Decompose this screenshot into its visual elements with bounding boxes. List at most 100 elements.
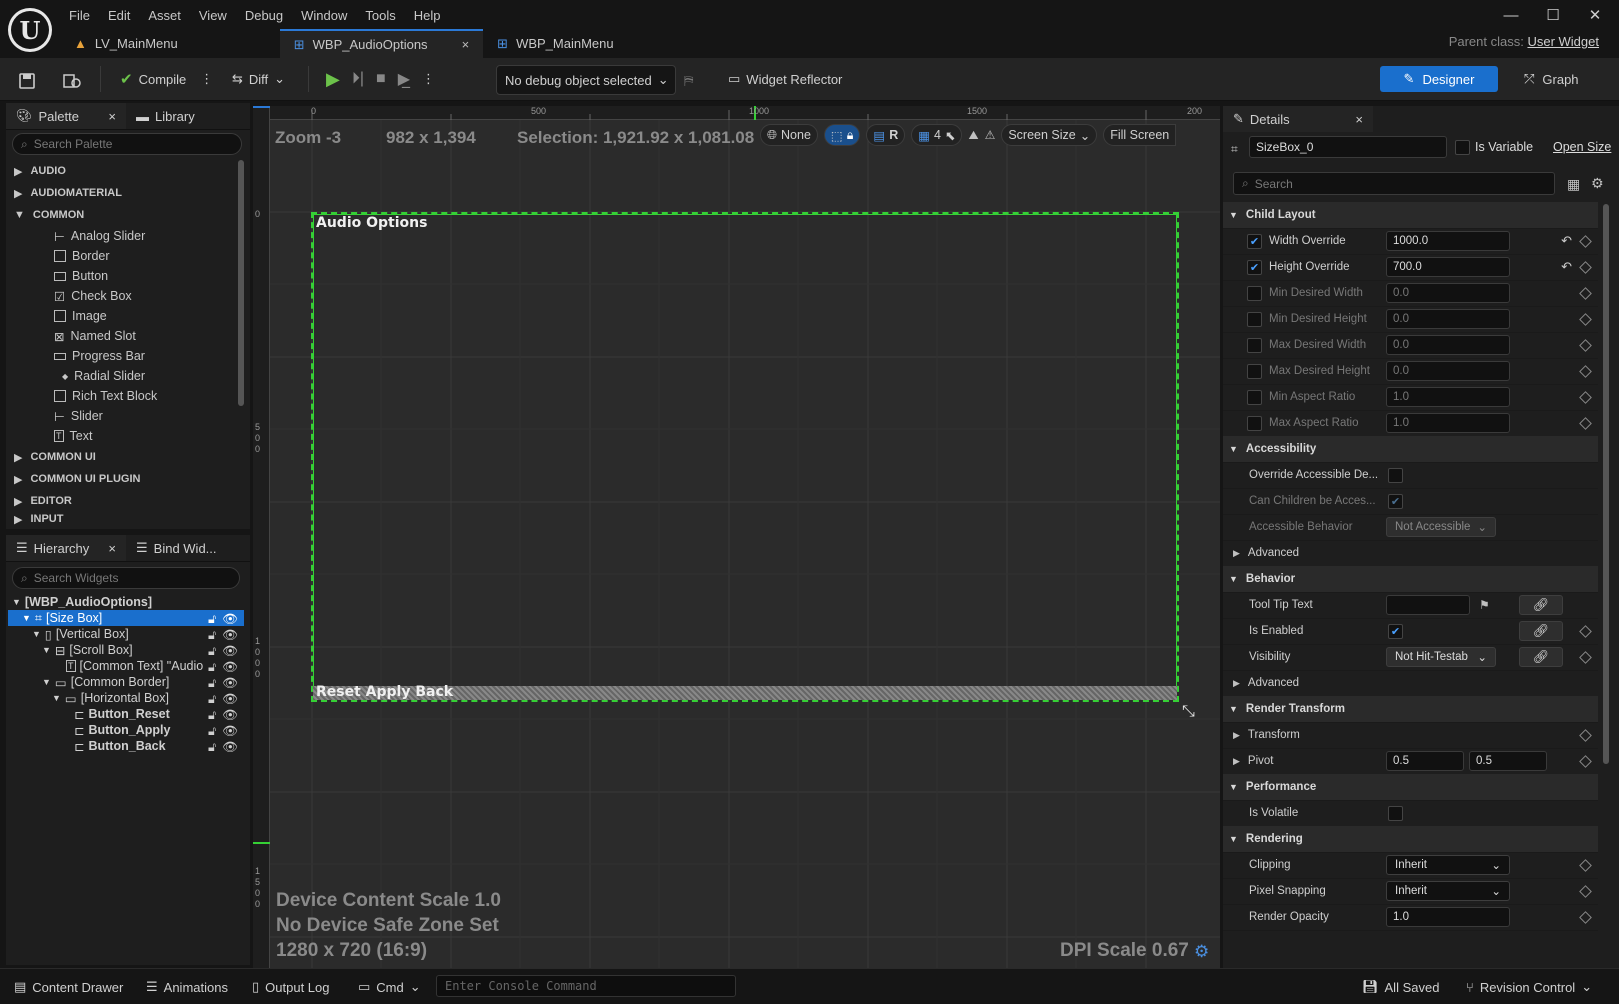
prop-transform[interactable]: ▶ Transform (1223, 722, 1598, 749)
section-accessibility-advanced[interactable]: ▶ Advanced (1223, 540, 1598, 567)
compile-button[interactable]: ✔ Compile ⋮ (120, 64, 213, 94)
section-performance[interactable]: ▼ Performance (1223, 774, 1598, 801)
flag-icon[interactable]: ⚑ (1479, 598, 1490, 612)
graph-mode-button[interactable]: ⤱ Graph (1524, 66, 1579, 92)
menu-asset[interactable]: Asset (139, 8, 190, 23)
tree-row-button-back[interactable]: ⊏ Button_Back 🔓︎ 👁︎ (8, 738, 244, 754)
max-aspect-ratio-input[interactable]: 1.0 (1386, 413, 1510, 433)
eye-icon[interactable]: 👁︎ (222, 660, 238, 674)
category-editor[interactable]: ▶ EDITOR (6, 490, 238, 512)
keyframe-diamond-icon[interactable] (1579, 754, 1592, 768)
section-rendering[interactable]: ▼ Rendering (1223, 826, 1598, 853)
tab-wbp-audiooptions[interactable]: ⊞ WBP_AudioOptions × (279, 29, 484, 58)
keyframe-diamond-icon[interactable] (1579, 858, 1592, 872)
eye-icon[interactable]: 👁︎ (222, 724, 238, 738)
section-child-layout[interactable]: ▼ Child Layout (1223, 202, 1598, 229)
render-opacity-input[interactable]: 1.0 (1386, 907, 1510, 927)
tab-lv-mainmenu[interactable]: ▲ LV_MainMenu (60, 29, 280, 58)
lock-icon[interactable]: 🔓︎ (208, 692, 216, 706)
lock-icon[interactable]: 🔓︎ (208, 676, 216, 690)
settings-gear-icon[interactable]: ⚙ (1591, 175, 1604, 192)
category-common-ui[interactable]: ▶ COMMON UI (6, 446, 238, 468)
min-aspect-ratio-input[interactable]: 1.0 (1386, 387, 1510, 407)
details-search-input[interactable]: ⌕ Search (1233, 172, 1555, 195)
console-command-input[interactable]: Enter Console Command (436, 975, 736, 997)
max-desired-height-checkbox[interactable] (1247, 363, 1262, 379)
all-saved-button[interactable]: 💾︎ All Saved (1362, 975, 1439, 999)
stop-icon[interactable]: ■ (376, 70, 386, 88)
palette-search-input[interactable]: ⌕ Search Palette (12, 133, 242, 155)
unreal-logo-icon[interactable]: U (8, 8, 52, 52)
visibility-dropdown[interactable]: Not Hit-Testab ⌄ (1386, 647, 1496, 667)
menu-edit[interactable]: Edit (99, 8, 139, 23)
widget-title-text[interactable]: Audio Options (316, 215, 427, 231)
table-view-icon[interactable]: ▦ (1567, 176, 1580, 193)
keyframe-diamond-icon[interactable] (1579, 312, 1592, 326)
play-icon[interactable]: ▶ (326, 69, 340, 90)
tree-row-common-text[interactable]: T [Common Text] "Audio 🔓︎ 👁︎ (8, 658, 244, 674)
override-accessible-checkbox[interactable] (1388, 467, 1403, 483)
keyframe-diamond-icon[interactable] (1579, 650, 1592, 664)
keyframe-diamond-icon[interactable] (1579, 390, 1592, 404)
palette-item-rich-text-block[interactable]: Rich Text Block (6, 386, 238, 406)
palette-item-border[interactable]: Border (6, 246, 238, 266)
eye-icon[interactable]: 👁︎ (222, 692, 238, 706)
tooltip-bind-button[interactable]: 🔗︎ (1519, 595, 1563, 615)
resize-handle-icon[interactable]: ⤡ (1182, 703, 1195, 721)
tab-hierarchy[interactable]: ☰ Hierarchy × (6, 535, 126, 561)
min-desired-height-input[interactable]: 0.0 (1386, 309, 1510, 329)
diff-button[interactable]: ⇆ Diff ⌄ (232, 64, 285, 94)
tab-wbp-mainmenu[interactable]: ⊞ WBP_MainMenu (483, 29, 627, 58)
category-input[interactable]: ▶ INPUT (6, 512, 238, 526)
open-size-link[interactable]: Open Size (1553, 140, 1611, 154)
tree-row-button-reset[interactable]: ⊏ Button_Reset 🔓︎ 👁︎ (8, 706, 244, 722)
tree-row-size-box[interactable]: ▼ ⌗ [Size Box] 🔓︎ 👁︎ (8, 610, 244, 626)
widget-name-input[interactable]: SizeBox_0 (1249, 136, 1447, 158)
palette-item-analog-slider[interactable]: ⊢ Analog Slider (6, 226, 238, 246)
close-window-icon[interactable]: ✕ (1574, 0, 1616, 30)
lock-icon[interactable]: 🔓︎ (208, 628, 216, 642)
pivot-y-input[interactable]: 0.5 (1469, 751, 1547, 771)
tooltip-text-input[interactable] (1386, 595, 1470, 615)
category-audio[interactable]: ▶ AUDIO (6, 160, 238, 182)
section-behavior-advanced[interactable]: ▶ Advanced (1223, 670, 1598, 697)
widget-reflector-button[interactable]: ▭ Widget Reflector (728, 64, 842, 94)
tab-bind-widgets[interactable]: ☰ Bind Wid... (126, 535, 227, 561)
close-icon[interactable]: × (108, 541, 116, 556)
tree-row-root[interactable]: ▼ [WBP_AudioOptions] (8, 594, 244, 610)
widget-buttons-text[interactable]: Reset Apply Back (316, 684, 453, 700)
section-render-transform[interactable]: ▼ Render Transform (1223, 696, 1598, 723)
keyframe-diamond-icon[interactable] (1579, 910, 1592, 924)
debug-filter-icon[interactable]: ⛿ (684, 66, 693, 96)
width-override-checkbox[interactable]: ✔ (1247, 233, 1262, 249)
output-log-button[interactable]: ▯ Output Log (252, 975, 329, 999)
height-override-input[interactable]: 700.0 (1386, 257, 1510, 277)
details-scrollbar[interactable] (1603, 204, 1609, 764)
debug-object-select[interactable]: No debug object selected ⌄ (496, 65, 676, 95)
tree-row-scroll-box[interactable]: ▼ ⊟ [Scroll Box] 🔓︎ 👁︎ (8, 642, 244, 658)
keyframe-diamond-icon[interactable] (1579, 260, 1592, 274)
grid-snap-button[interactable]: ▦ 4 ⬉ (911, 124, 963, 146)
minimize-icon[interactable]: — (1490, 0, 1532, 30)
category-common-ui-plugin[interactable]: ▶ COMMON UI PLUGIN (6, 468, 238, 490)
eye-icon[interactable]: 👁︎ (222, 612, 238, 626)
close-icon[interactable]: × (1355, 112, 1363, 127)
keyframe-diamond-icon[interactable] (1579, 364, 1592, 378)
respect-locks-button[interactable]: ▤ R (866, 124, 906, 146)
section-accessibility[interactable]: ▼ Accessibility (1223, 436, 1598, 463)
menu-tools[interactable]: Tools (356, 8, 404, 23)
can-children-checkbox[interactable]: ✔ (1388, 493, 1403, 509)
lock-icon[interactable]: 🔓︎ (208, 644, 216, 658)
lock-icon[interactable]: 🔓︎ (208, 660, 216, 674)
palette-scrollbar[interactable] (238, 160, 244, 406)
min-desired-height-checkbox[interactable] (1247, 311, 1262, 327)
close-icon[interactable]: × (108, 109, 116, 124)
tab-details[interactable]: ✎ Details × (1223, 106, 1373, 132)
is-enabled-checkbox[interactable]: ✔ (1388, 623, 1403, 639)
tree-row-common-border[interactable]: ▼ ▭ [Common Border] 🔓︎ 👁︎ (8, 674, 244, 690)
max-aspect-ratio-checkbox[interactable] (1247, 415, 1262, 431)
width-override-input[interactable]: 1000.0 (1386, 231, 1510, 251)
warning-icon[interactable]: ⚠︎ (985, 128, 996, 142)
palette-item-slider[interactable]: ⊢ Slider (6, 406, 238, 426)
more-options-icon[interactable]: ⋮ (200, 71, 213, 87)
